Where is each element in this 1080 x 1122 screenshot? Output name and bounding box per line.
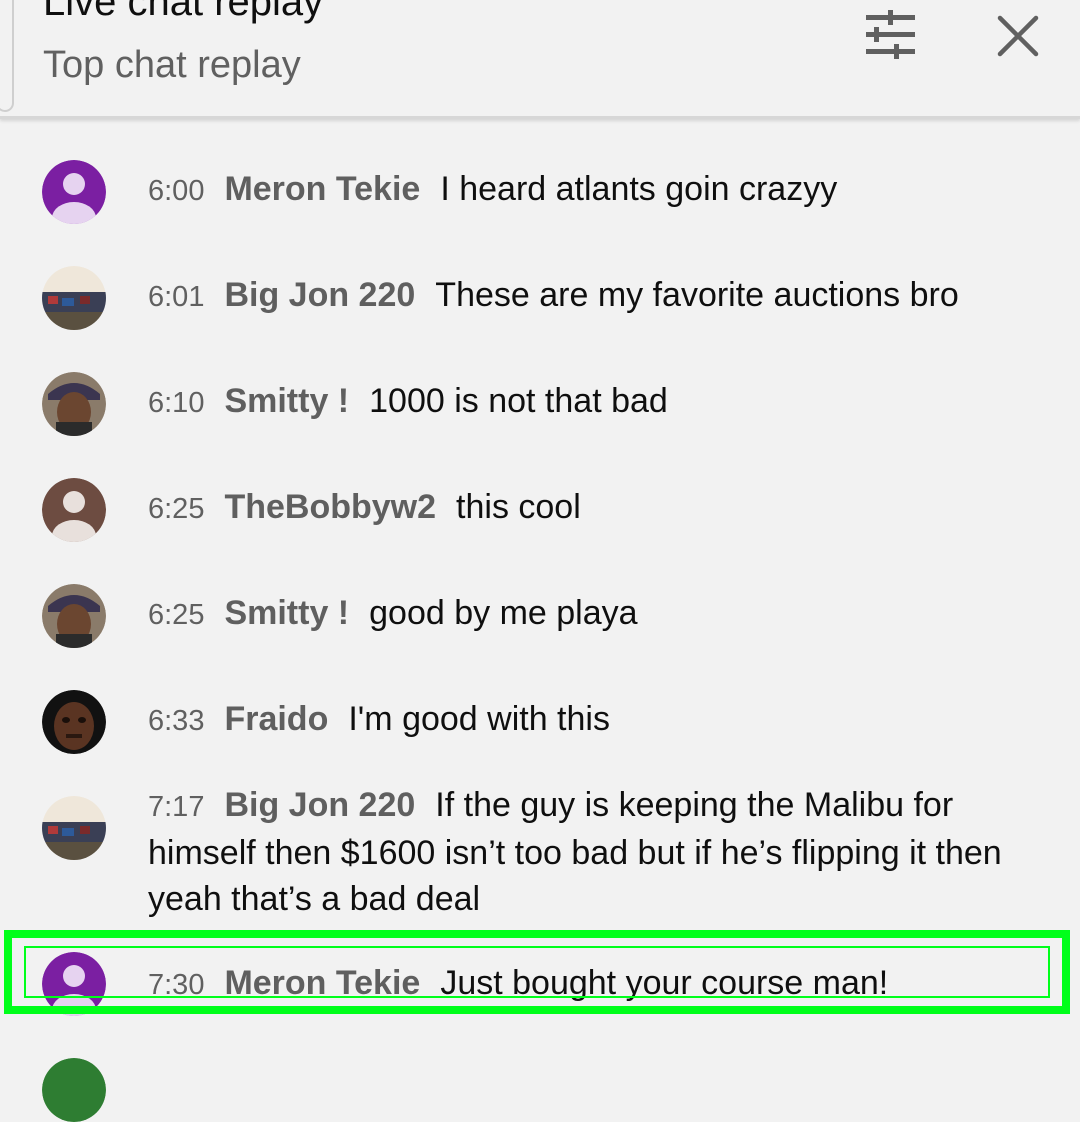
message-time: 7:17 <box>148 791 205 823</box>
message-author[interactable]: Meron Tekie <box>224 170 420 208</box>
message-text: good by me playa <box>369 594 638 632</box>
close-icon[interactable] <box>992 10 1044 62</box>
purple-default-avatar[interactable] <box>42 160 106 224</box>
message-text: I heard atlants goin crazyy <box>440 170 838 208</box>
message-author[interactable]: Fraido <box>224 700 328 738</box>
photo-avatar[interactable] <box>42 372 106 436</box>
message-author[interactable]: Smitty ! <box>224 594 349 632</box>
message-time: 6:33 <box>148 705 205 737</box>
highlight-box <box>4 930 1070 1014</box>
message-author[interactable]: TheBobbyw2 <box>224 488 436 526</box>
photo-avatar[interactable] <box>42 690 106 754</box>
message-time: 6:10 <box>148 387 205 419</box>
photo-avatar[interactable] <box>42 266 106 330</box>
message-author[interactable]: Big Jon 220 <box>224 786 415 824</box>
photo-avatar[interactable] <box>42 584 106 648</box>
brown-default-avatar[interactable] <box>42 478 106 542</box>
message-author[interactable]: Big Jon 220 <box>224 276 415 314</box>
message-time: 6:01 <box>148 281 205 313</box>
message-text: this cool <box>456 488 581 526</box>
message-text: These are my favorite auctions bro <box>435 276 959 314</box>
chat-header: Live chat replay Top chat replay <box>0 0 1080 119</box>
photo-avatar[interactable] <box>42 796 106 860</box>
highlight-inner-border <box>24 946 1050 998</box>
green-default-avatar[interactable] <box>42 1058 106 1122</box>
message-time: 6:25 <box>148 493 205 525</box>
panel-edge <box>0 0 14 112</box>
message-time: 6:25 <box>148 599 205 631</box>
chat-title: Live chat replay <box>43 0 324 24</box>
message-time: 6:00 <box>148 175 205 207</box>
chat-mode-dropdown[interactable]: Top chat replay <box>43 44 301 87</box>
message-author[interactable]: Smitty ! <box>224 382 349 420</box>
message-text: I'm good with this <box>348 700 610 738</box>
message-text: 1000 is not that bad <box>369 382 668 420</box>
tune-icon[interactable] <box>862 8 920 60</box>
